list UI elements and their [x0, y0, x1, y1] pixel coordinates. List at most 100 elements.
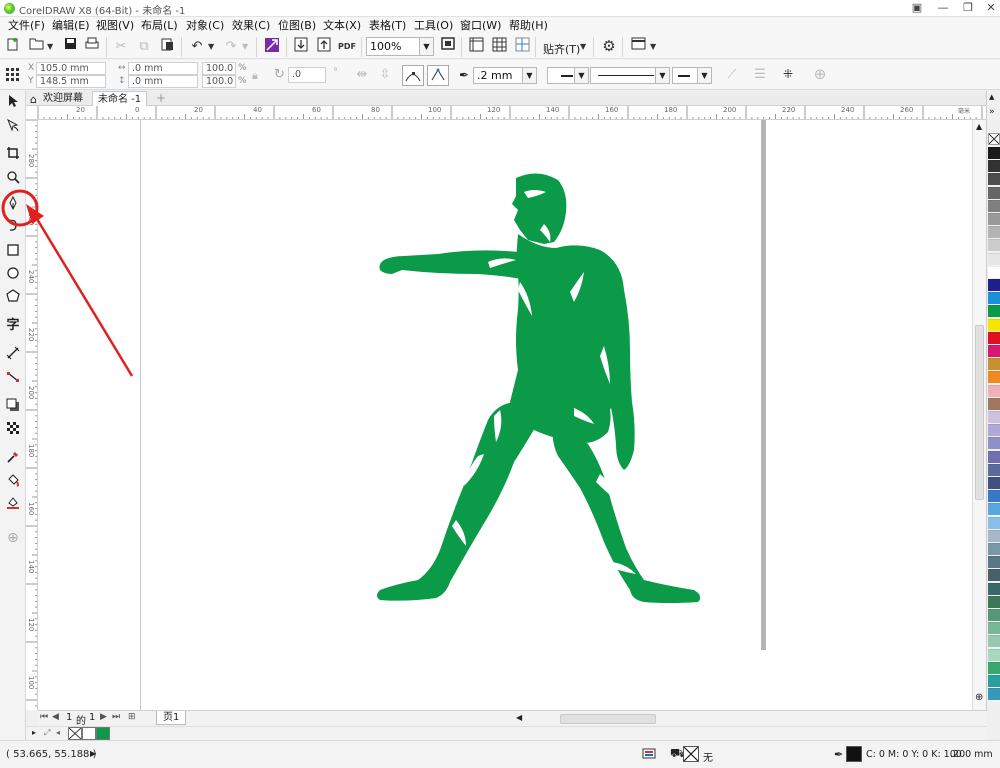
- line-style-dropdown-icon[interactable]: ▼: [656, 67, 670, 84]
- palette-menu-icon[interactable]: »: [989, 107, 995, 117]
- color-swatch[interactable]: [988, 648, 1000, 661]
- lock-ratio-icon[interactable]: 🔒︎: [252, 69, 258, 83]
- add-page-icon[interactable]: ⊞: [128, 712, 136, 722]
- color-swatch[interactable]: [988, 516, 1000, 529]
- scale-x-field[interactable]: 100.0: [202, 62, 236, 75]
- menu-table[interactable]: 表格(T): [367, 18, 408, 34]
- start-arrowhead-dropdown-icon[interactable]: ▼: [575, 67, 589, 84]
- drop-shadow-tool-icon[interactable]: [3, 398, 23, 418]
- end-arrowhead-selector[interactable]: [672, 67, 698, 84]
- status-expand-icon[interactable]: ▶: [90, 749, 96, 758]
- rotation-field[interactable]: .0: [288, 67, 326, 83]
- color-swatch[interactable]: [988, 345, 1000, 357]
- interactive-fill-tool-icon[interactable]: [3, 473, 23, 493]
- outline-width-dropdown-icon[interactable]: ▼: [523, 67, 537, 84]
- open-folder-icon[interactable]: [26, 37, 46, 57]
- show-guidelines-icon[interactable]: [512, 37, 532, 57]
- color-swatch[interactable]: [988, 490, 1000, 503]
- menu-layout[interactable]: 布局(L): [139, 18, 180, 34]
- color-swatch[interactable]: [988, 292, 1000, 305]
- tab-untitled-document[interactable]: 未命名 -1: [92, 91, 148, 106]
- scroll-up-icon[interactable]: ▲: [976, 122, 982, 131]
- menu-tools[interactable]: 工具(O): [412, 18, 455, 34]
- publish-pdf-icon[interactable]: PDF: [337, 37, 357, 57]
- x-position-field[interactable]: 105.0 mm: [36, 62, 106, 75]
- drawing-canvas[interactable]: [38, 120, 986, 710]
- color-swatch[interactable]: [988, 688, 1000, 701]
- minimize-button[interactable]: —: [930, 0, 956, 16]
- break-apart-icon[interactable]: ⟋: [722, 65, 742, 85]
- color-swatch[interactable]: [988, 371, 1000, 384]
- new-document-icon[interactable]: [3, 37, 23, 57]
- color-swatch[interactable]: [988, 160, 1000, 173]
- vertical-scroll-thumb[interactable]: [975, 325, 984, 500]
- zoom-level-field[interactable]: 100%: [366, 37, 420, 56]
- color-swatch[interactable]: [988, 595, 1000, 608]
- menu-file[interactable]: 文件(F): [6, 18, 47, 34]
- cut-icon[interactable]: ✂: [111, 37, 131, 57]
- transparency-tool-icon[interactable]: [3, 421, 23, 441]
- color-swatch[interactable]: [988, 437, 1000, 450]
- quick-customize-add-icon[interactable]: ⊕: [3, 528, 23, 548]
- tab-welcome-screen[interactable]: 欢迎屏幕: [38, 91, 88, 106]
- add-icon[interactable]: ⊕: [810, 65, 830, 85]
- color-swatch[interactable]: [988, 543, 1000, 555]
- snap-to-bezier-node-icon[interactable]: [402, 65, 424, 86]
- scroll-left-icon[interactable]: ◀: [516, 713, 522, 722]
- color-swatch[interactable]: [988, 556, 1000, 569]
- color-swatch[interactable]: [988, 397, 1000, 410]
- options-gear-icon[interactable]: ⚙: [599, 37, 619, 57]
- doc-white-swatch[interactable]: [82, 727, 96, 740]
- width-field[interactable]: .0 mm: [128, 62, 198, 75]
- start-arrowhead-selector[interactable]: [547, 67, 575, 84]
- line-style-selector[interactable]: [590, 67, 656, 84]
- last-page-icon[interactable]: ⏭: [112, 712, 120, 722]
- show-rulers-icon[interactable]: [466, 37, 486, 57]
- show-grid-icon[interactable]: [489, 37, 509, 57]
- search-content-icon[interactable]: [262, 37, 282, 57]
- open-dropdown-icon[interactable]: ▼: [47, 42, 53, 51]
- menu-effects[interactable]: 效果(C): [230, 18, 272, 34]
- crop-tool-icon[interactable]: [3, 146, 23, 166]
- ruler-origin[interactable]: [26, 106, 38, 120]
- first-page-icon[interactable]: ⏮: [40, 712, 48, 722]
- color-swatch[interactable]: [988, 450, 1000, 463]
- redo-icon[interactable]: ↷: [221, 37, 241, 57]
- menu-text[interactable]: 文本(X): [321, 18, 363, 34]
- redo-dropdown-icon[interactable]: ▼: [242, 42, 248, 51]
- color-swatch[interactable]: [988, 265, 1000, 278]
- end-arrowhead-dropdown-icon[interactable]: ▼: [698, 67, 712, 84]
- color-swatch[interactable]: [988, 173, 1000, 186]
- print-icon[interactable]: [82, 37, 102, 57]
- color-swatch[interactable]: [988, 424, 1000, 437]
- color-swatch[interactable]: [988, 463, 1000, 476]
- auto-close-curve-icon[interactable]: [427, 65, 449, 86]
- height-field[interactable]: .0 mm: [128, 75, 198, 88]
- menu-bitmaps[interactable]: 位图(B): [276, 18, 318, 34]
- menu-help[interactable]: 帮助(H): [507, 18, 550, 34]
- menu-view[interactable]: 视图(V): [94, 18, 136, 34]
- wrap-text-icon[interactable]: ☰: [750, 65, 770, 85]
- color-swatch[interactable]: [988, 226, 1000, 239]
- restore-panel-icon[interactable]: ▣: [904, 0, 930, 16]
- undo-dropdown-icon[interactable]: ▼: [208, 42, 214, 51]
- no-color-swatch[interactable]: [988, 133, 1000, 145]
- green-figure-artwork[interactable]: [368, 170, 708, 610]
- import-icon[interactable]: [291, 37, 311, 57]
- mirror-horizontal-icon[interactable]: ⇹: [352, 65, 372, 85]
- snap-to-dropdown[interactable]: 贴齐(T): [543, 41, 580, 57]
- color-swatch[interactable]: [988, 331, 1000, 344]
- color-swatch[interactable]: [988, 411, 1000, 423]
- mirror-vertical-icon[interactable]: ⇳: [375, 65, 395, 85]
- color-swatch[interactable]: [988, 384, 1000, 397]
- show-nodes-icon[interactable]: ⁜: [778, 65, 798, 85]
- color-swatch[interactable]: [988, 635, 1000, 648]
- color-swatch[interactable]: [988, 279, 1000, 291]
- doc-no-color-swatch[interactable]: [68, 727, 82, 740]
- color-swatch[interactable]: [988, 622, 1000, 635]
- doc-green-swatch[interactable]: [96, 727, 110, 740]
- launcher-dropdown-icon[interactable]: ▼: [650, 42, 656, 51]
- previous-page-icon[interactable]: ◀: [52, 712, 59, 722]
- color-swatch[interactable]: [988, 318, 1000, 331]
- color-swatch[interactable]: [988, 503, 1000, 516]
